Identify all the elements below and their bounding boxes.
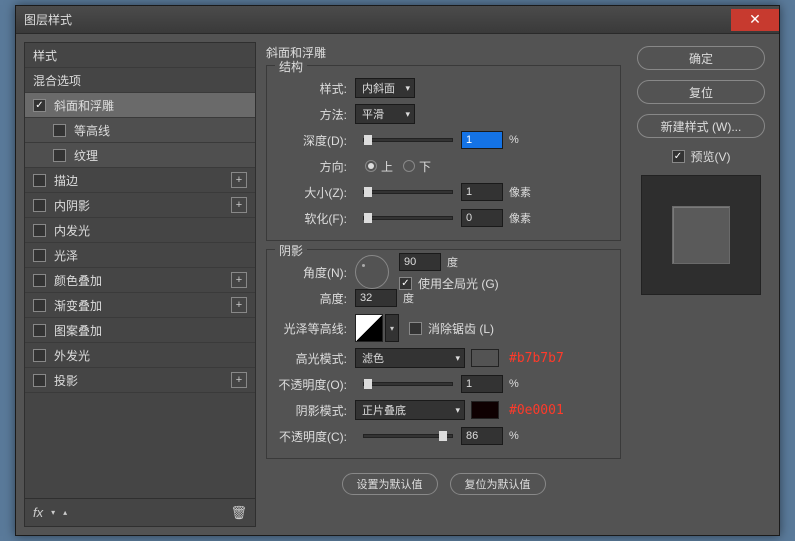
shadow-hex-annotation: #0e0001 [509,403,564,418]
highlight-mode-label: 高光模式: [277,350,347,367]
shadow-color-swatch[interactable] [471,401,499,419]
new-style-button[interactable]: 新建样式 (W)... [637,114,765,138]
content: 样式 混合选项 斜面和浮雕 等高线 纹理 描边+ 内阴影+ 内发光 光泽 颜色叠… [16,34,779,535]
sidebar-item-outerglow[interactable]: 外发光 [25,343,255,368]
sidebar-item-texture[interactable]: 纹理 [25,143,255,168]
highlight-hex-annotation: #b7b7b7 [509,351,564,366]
cancel-button[interactable]: 复位 [637,80,765,104]
main-panel: 斜面和浮雕 结构 样式:内斜面 方法:平滑 深度(D):1% 方向:上下 大小(… [266,42,621,527]
highlight-mode-select[interactable]: 滤色 [355,348,465,368]
checkbox-icon[interactable] [33,174,46,187]
antialias-checkbox[interactable] [409,322,422,335]
soften-slider[interactable] [363,216,453,220]
preview-panel [641,175,761,295]
sidebar-item-contour[interactable]: 等高线 [25,118,255,143]
section-title: 斜面和浮雕 [266,44,621,61]
dir-down-radio[interactable] [403,160,415,172]
checkbox-icon[interactable] [33,374,46,387]
right-panel: 确定 复位 新建样式 (W)... 预览(V) [631,42,771,527]
checkbox-icon[interactable] [33,99,46,112]
sidebar-item-satin[interactable]: 光泽 [25,243,255,268]
gloss-dropdown[interactable]: ▾ [385,314,399,342]
depth-label: 深度(D): [277,132,347,149]
gloss-contour-swatch[interactable] [355,314,383,342]
make-default-button[interactable]: 设置为默认值 [342,473,438,495]
sidebar-item-innerglow[interactable]: 内发光 [25,218,255,243]
defaults-row: 设置为默认值 复位为默认值 [266,473,621,495]
sidebar-item-stroke[interactable]: 描边+ [25,168,255,193]
global-light-checkbox[interactable] [399,277,412,290]
layer-style-dialog: 图层样式 ✕ 样式 混合选项 斜面和浮雕 等高线 纹理 描边+ 内阴影+ 内发光… [15,5,780,536]
checkbox-icon[interactable] [53,124,66,137]
technique-select[interactable]: 平滑 [355,104,415,124]
technique-label: 方法: [277,106,347,123]
sidebar-item-blending[interactable]: 混合选项 [25,68,255,93]
sidebar-item-patternoverlay[interactable]: 图案叠加 [25,318,255,343]
plus-icon[interactable]: + [231,272,247,288]
preview-row: 预览(V) [672,148,731,165]
size-label: 大小(Z): [277,184,347,201]
plus-icon[interactable]: + [231,197,247,213]
style-select[interactable]: 内斜面 [355,78,415,98]
sidebar-item-gradientoverlay[interactable]: 渐变叠加+ [25,293,255,318]
soften-label: 软化(F): [277,210,347,227]
reset-default-button[interactable]: 复位为默认值 [450,473,546,495]
sidebar-item-bevel[interactable]: 斜面和浮雕 [25,93,255,118]
angle-input[interactable]: 90 [399,253,441,271]
sidebar-item-dropshadow[interactable]: 投影+ [25,368,255,393]
plus-icon[interactable]: + [231,372,247,388]
shadow-mode-select[interactable]: 正片叠底 [355,400,465,420]
shadow-opacity-input[interactable]: 86 [461,427,503,445]
size-slider[interactable] [363,190,453,194]
checkbox-icon[interactable] [33,224,46,237]
highlight-opacity-slider[interactable] [363,382,453,386]
plus-icon[interactable]: + [231,172,247,188]
style-label: 样式: [277,80,347,97]
sidebar-item-coloroverlay[interactable]: 颜色叠加+ [25,268,255,293]
titlebar[interactable]: 图层样式 ✕ [16,6,779,34]
checkbox-icon[interactable] [33,299,46,312]
depth-input[interactable]: 1 [461,131,503,149]
checkbox-icon[interactable] [33,274,46,287]
angle-wheel[interactable] [355,255,389,289]
plus-icon[interactable]: + [231,297,247,313]
checkbox-icon[interactable] [33,324,46,337]
chevron-down-icon[interactable]: ▾ [51,508,55,517]
altitude-label: 高度: [277,290,347,307]
dir-up-radio[interactable] [365,160,377,172]
checkbox-icon[interactable] [33,349,46,362]
sidebar-item-styles[interactable]: 样式 [25,43,255,68]
preview-checkbox[interactable] [672,150,685,163]
direction-label: 方向: [277,158,347,175]
highlight-opacity-label: 不透明度(O): [277,376,347,393]
ok-button[interactable]: 确定 [637,46,765,70]
highlight-opacity-input[interactable]: 1 [461,375,503,393]
highlight-color-swatch[interactable] [471,349,499,367]
sidebar-footer: fx ▾ ▴ 🗑 [25,498,255,526]
checkbox-icon[interactable] [53,149,66,162]
altitude-input[interactable]: 32 [355,289,397,307]
depth-slider[interactable] [363,138,453,142]
fx-icon[interactable]: fx [33,505,43,520]
preview-swatch [672,206,730,264]
shadow-opacity-slider[interactable] [363,434,453,438]
effects-sidebar: 样式 混合选项 斜面和浮雕 等高线 纹理 描边+ 内阴影+ 内发光 光泽 颜色叠… [24,42,256,527]
structure-group: 结构 样式:内斜面 方法:平滑 深度(D):1% 方向:上下 大小(Z):1像素… [266,65,621,241]
group-title: 阴影 [275,242,307,259]
shadow-opacity-label: 不透明度(C): [277,428,347,445]
checkbox-icon[interactable] [33,249,46,262]
size-input[interactable]: 1 [461,183,503,201]
close-button[interactable]: ✕ [731,9,779,31]
group-title: 结构 [275,58,307,75]
window-title: 图层样式 [24,11,72,28]
soften-input[interactable]: 0 [461,209,503,227]
checkbox-icon[interactable] [33,199,46,212]
trash-icon[interactable]: 🗑 [230,505,247,521]
chevron-up-icon[interactable]: ▴ [63,508,67,517]
shadow-mode-label: 阴影模式: [277,402,347,419]
angle-label: 角度(N): [277,264,347,281]
gloss-label: 光泽等高线: [277,320,347,337]
shading-group: 阴影 角度(N): 90度 使用全局光 (G) 高度:32度 光泽等高线:▾消除… [266,249,621,459]
sidebar-item-innershadow[interactable]: 内阴影+ [25,193,255,218]
